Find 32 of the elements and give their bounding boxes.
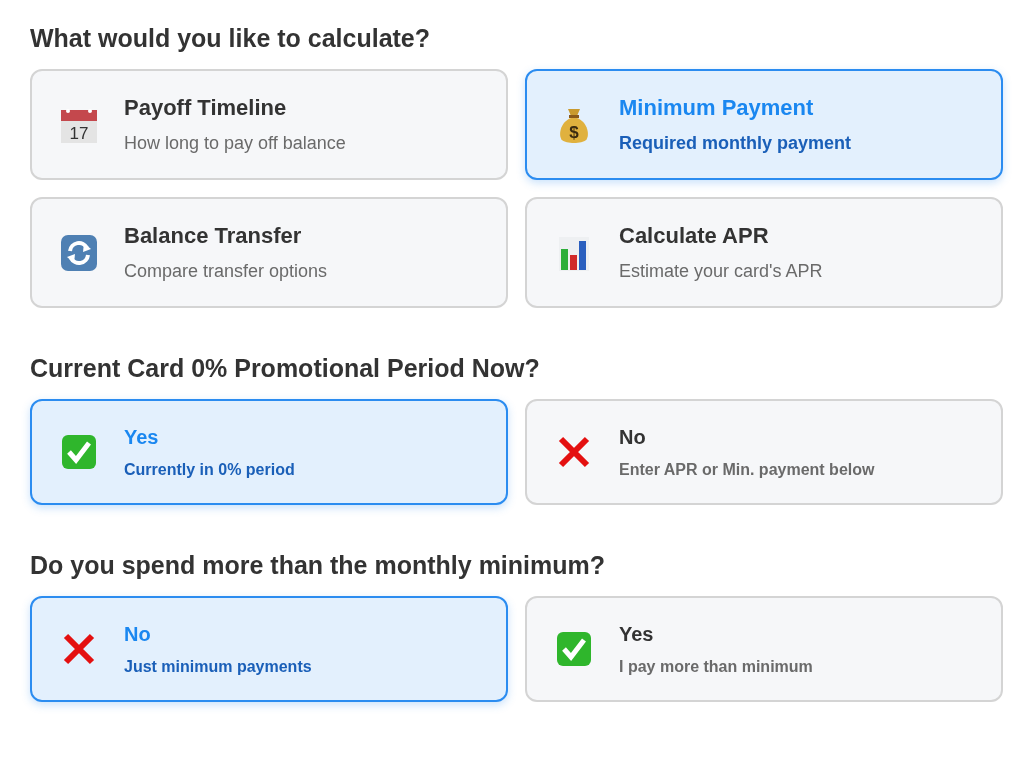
option-card[interactable]: No Enter APR or Min. payment below (525, 399, 1003, 505)
refresh-icon (60, 233, 98, 272)
option-card[interactable]: $ Minimum Payment Required monthly payment (525, 69, 1003, 180)
option-title: No (619, 425, 647, 449)
checkmark-icon (61, 434, 97, 470)
option-description: I pay more than minimum (619, 657, 813, 676)
cross-icon (557, 435, 591, 469)
option-description: Just minimum payments (124, 657, 312, 676)
section-heading: What would you like to calculate? (30, 24, 432, 53)
option-card[interactable]: Calculate APR Estimate your card's APR (525, 197, 1003, 308)
option-description: Currently in 0% period (124, 460, 295, 479)
option-title: Payoff Timeline (124, 95, 288, 121)
option-card[interactable]: Yes I pay more than minimum (525, 596, 1003, 702)
option-title: Yes (619, 622, 655, 646)
option-title: No (124, 622, 152, 646)
option-card[interactable]: Yes Currently in 0% period (30, 399, 508, 505)
option-title: Calculate APR (619, 223, 770, 249)
option-description: Compare transfer options (124, 261, 328, 282)
option-title: Minimum Payment (619, 95, 815, 121)
option-description: Estimate your card's APR (619, 261, 823, 282)
option-title: Balance Transfer (124, 223, 303, 249)
option-card[interactable]: Balance Transfer Compare transfer options (30, 197, 508, 308)
option-description: Enter APR or Min. payment below (619, 460, 875, 479)
cross-icon (62, 632, 96, 666)
section-heading: Current Card 0% Promotional Period Now? (30, 354, 541, 383)
option-title: Yes (124, 425, 160, 449)
option-card[interactable]: 17 Payoff Timeline How long to pay off balance (30, 69, 508, 180)
option-description: How long to pay off balance (124, 133, 346, 154)
checkmark-icon (556, 631, 592, 667)
section-heading: Do you spend more than the monthly minimum? (30, 551, 607, 580)
option-card[interactable]: No Just minimum payments (30, 596, 508, 702)
option-description: Required monthly payment (619, 133, 852, 154)
